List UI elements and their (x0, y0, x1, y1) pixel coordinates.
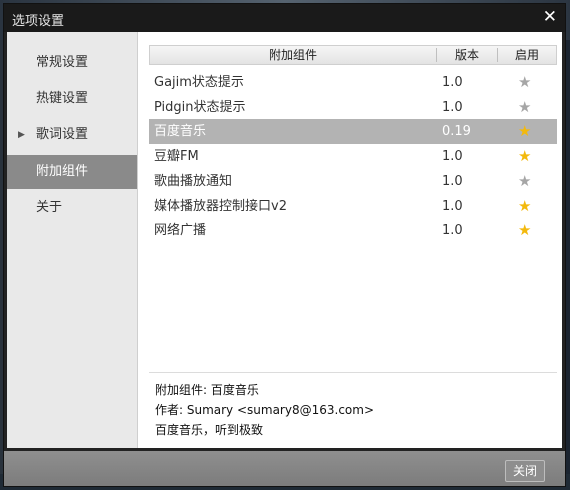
table-row[interactable]: 百度音乐 0.19 ★ (149, 119, 557, 145)
addon-name: Gajim状态提示 (154, 75, 244, 90)
title-bar: 选项设置 ✕ (4, 4, 565, 32)
table-row[interactable]: 媒体播放器控制接口v2 1.0 ★ (149, 194, 557, 219)
addon-info-name: 附加组件: 百度音乐 (155, 383, 259, 397)
addon-version: 1.0 (442, 223, 463, 239)
addon-version: 1.0 (442, 75, 463, 90)
sidebar-item-label: 常规设置 (36, 55, 89, 70)
star-empty-icon[interactable]: ★ (518, 95, 531, 120)
table-header: 附加组件 版本 启用 (149, 45, 557, 65)
sidebar-item-general[interactable]: 常规设置 (7, 46, 137, 80)
star-empty-icon[interactable]: ★ (518, 169, 531, 194)
addon-name: 百度音乐 (154, 124, 207, 140)
table-row[interactable]: 歌曲播放通知 1.0 ★ (149, 169, 557, 194)
addon-name: Pidgin状态提示 (154, 99, 246, 115)
column-header-enabled[interactable]: 启用 (498, 46, 556, 64)
addons-panel: 附加组件 版本 启用 Gajim状态提示 1.0 ★ Pidgin状态提示 1.0 ★ 百度… (149, 45, 557, 438)
sidebar-item-label: 关于 (36, 200, 63, 215)
addon-name: 歌曲播放通知 (154, 173, 233, 189)
star-filled-icon[interactable]: ★ (518, 218, 531, 243)
addon-version: 1.0 (442, 149, 463, 165)
star-filled-icon[interactable]: ★ (518, 119, 531, 144)
addon-info-description: 百度音乐，听到极致 (155, 423, 264, 437)
star-filled-icon[interactable]: ★ (518, 144, 531, 169)
addon-version: 1.0 (442, 198, 463, 214)
addon-name: 媒体播放器控制接口v2 (154, 198, 287, 214)
close-button[interactable]: 关闭 (505, 460, 545, 482)
dialog-title: 选项设置 (12, 14, 65, 29)
table-row[interactable]: Pidgin状态提示 1.0 ★ (149, 95, 557, 120)
sidebar-item-addons[interactable]: 附加组件 (7, 155, 137, 189)
addon-info-author: 作者: Sumary <sumary8@163.com> (155, 403, 375, 417)
table-row[interactable]: 豆瓣FM 1.0 ★ (149, 144, 557, 169)
sidebar-item-label: 热键设置 (36, 91, 89, 106)
addon-version: 1.0 (442, 173, 463, 189)
sidebar: 常规设置 热键设置 ▶ 歌词设置 附加组件 关于 (7, 32, 138, 448)
addon-name: 网络广播 (154, 223, 207, 239)
options-dialog: 选项设置 ✕ 常规设置 热键设置 ▶ 歌词设置 附加组件 关于 附加组件 版本 … (3, 3, 566, 487)
addon-name: 豆瓣FM (154, 149, 199, 165)
column-header-version[interactable]: 版本 (437, 46, 497, 64)
sidebar-item-label: 歌词设置 (36, 127, 89, 142)
column-header-addon[interactable]: 附加组件 (150, 46, 436, 64)
table-row[interactable]: 网络广播 1.0 ★ (149, 218, 557, 243)
addon-version: 0.19 (442, 124, 471, 140)
info-divider (149, 372, 557, 373)
expand-arrow-icon[interactable]: ▶ (18, 118, 25, 152)
sidebar-item-hotkeys[interactable]: 热键设置 (7, 82, 137, 116)
close-icon[interactable]: ✕ (543, 7, 557, 27)
sidebar-item-label: 附加组件 (36, 164, 89, 179)
star-empty-icon[interactable]: ★ (518, 70, 531, 95)
addon-version: 1.0 (442, 99, 463, 115)
table-row[interactable]: Gajim状态提示 1.0 ★ (149, 70, 557, 95)
sidebar-item-about[interactable]: 关于 (7, 191, 137, 225)
dialog-body: 常规设置 热键设置 ▶ 歌词设置 附加组件 关于 附加组件 版本 启用 Gaji… (7, 32, 562, 448)
dialog-footer (4, 451, 565, 486)
star-filled-icon[interactable]: ★ (518, 194, 531, 219)
sidebar-item-lyrics[interactable]: ▶ 歌词设置 (7, 118, 137, 152)
